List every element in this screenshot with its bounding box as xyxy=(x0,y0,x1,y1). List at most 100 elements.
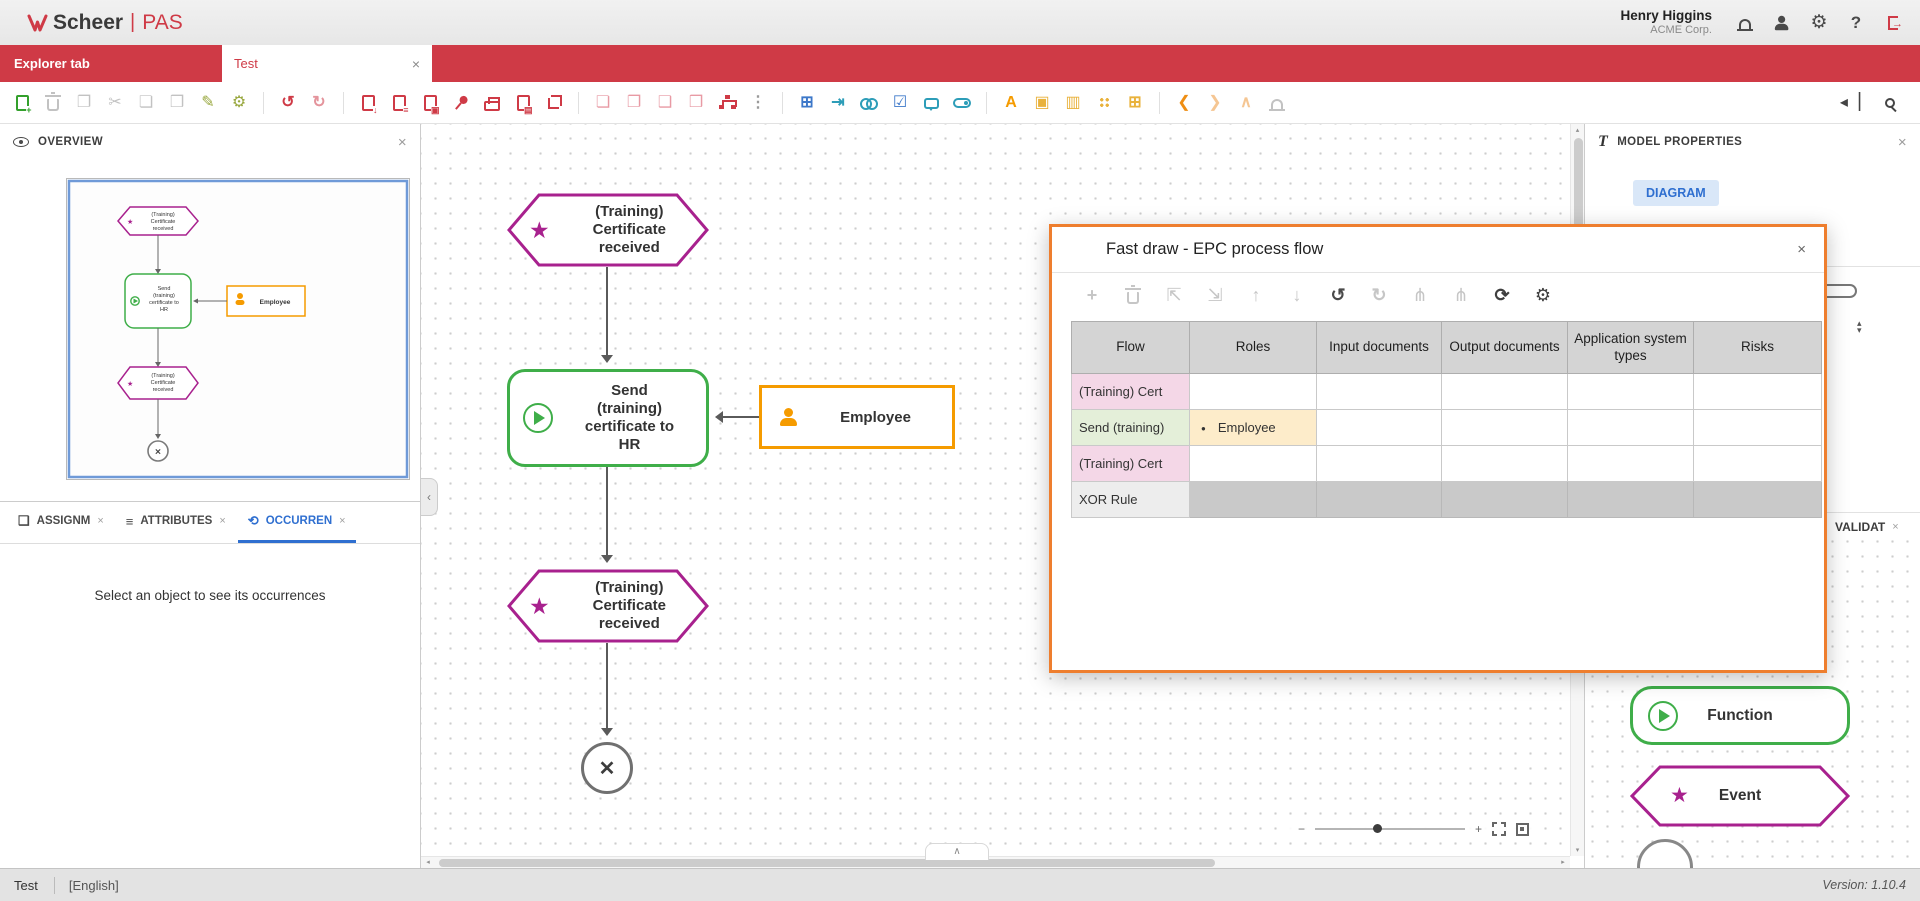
redo-icon[interactable]: ↻ xyxy=(1367,283,1391,307)
tab-occurrences[interactable]: ⟲ OCCURREN × xyxy=(238,502,356,543)
scroll-down-arrow[interactable] xyxy=(1571,846,1584,854)
help-icon[interactable]: ? xyxy=(1845,12,1867,34)
model-properties-close-icon[interactable]: × xyxy=(1898,134,1907,151)
pin-icon[interactable] xyxy=(449,91,473,115)
navigate-up-icon[interactable]: ∧ xyxy=(1234,91,1258,115)
fastdraw-close-icon[interactable]: × xyxy=(1797,241,1806,258)
end-node[interactable]: ✕ xyxy=(581,742,633,794)
edit-icon[interactable]: ✎ xyxy=(196,91,220,115)
find-objects-icon[interactable] xyxy=(857,91,881,115)
table-cell[interactable] xyxy=(1442,446,1568,482)
event-node-top[interactable]: ★ (Training) Certificate received xyxy=(507,193,709,267)
flow-cell[interactable]: (Training) Cert xyxy=(1072,374,1190,410)
insert-row-above-icon[interactable]: ⇱ xyxy=(1162,283,1186,307)
flow-cell[interactable]: (Training) Cert xyxy=(1072,446,1190,482)
more-options-icon[interactable]: ⋮ xyxy=(746,91,770,115)
tab-attributes[interactable]: ≡ ATTRIBUTES × xyxy=(116,502,236,543)
remove-from-group-icon[interactable]: ❒ xyxy=(684,91,708,115)
dots-grid-icon[interactable] xyxy=(1092,91,1116,115)
table-cell[interactable] xyxy=(1442,482,1568,518)
table-settings-icon[interactable]: ⚙ xyxy=(1531,283,1555,307)
tab-close-icon[interactable]: × xyxy=(339,515,345,527)
table-cell[interactable] xyxy=(1317,446,1442,482)
stepper-down-icon[interactable]: ▾ xyxy=(1857,327,1862,334)
add-to-group-icon[interactable]: ❑ xyxy=(653,91,677,115)
toggle-icon[interactable] xyxy=(950,91,974,115)
fullscreen-icon[interactable] xyxy=(1492,822,1506,836)
crop-icon[interactable] xyxy=(542,91,566,115)
role-node[interactable]: Employee xyxy=(759,385,955,449)
fit-to-screen-icon[interactable] xyxy=(1516,823,1529,836)
fastdraw-dialog[interactable]: Fast draw - EPC process flow × +⇱⇲↑↓↺↻⋔⋔… xyxy=(1049,224,1827,673)
scroll-right-arrow[interactable] xyxy=(1558,858,1568,866)
user-profile-icon[interactable] xyxy=(1771,12,1793,34)
image-icon[interactable]: ▣ xyxy=(1030,91,1054,115)
table-cell[interactable] xyxy=(1694,410,1822,446)
table-cell[interactable] xyxy=(1568,446,1694,482)
status-language[interactable]: [English] xyxy=(55,878,133,893)
flow-cell[interactable]: XOR Rule xyxy=(1072,482,1190,518)
print-icon[interactable] xyxy=(480,91,504,115)
horizontal-scrollbar-thumb[interactable] xyxy=(439,859,1215,867)
table-icon[interactable]: ⊞ xyxy=(1123,91,1147,115)
zoom-slider-thumb[interactable] xyxy=(1373,824,1382,833)
org-chart-icon[interactable] xyxy=(715,91,739,115)
overview-close-icon[interactable]: × xyxy=(398,134,407,151)
notifications-icon[interactable] xyxy=(1265,91,1289,115)
table-cell[interactable] xyxy=(1317,374,1442,410)
duplicate-icon[interactable]: ❐ xyxy=(72,91,96,115)
font-color-icon[interactable]: A xyxy=(999,91,1023,115)
tab-validation[interactable]: VALIDAT × xyxy=(1835,520,1899,534)
move-row-down-icon[interactable]: ↓ xyxy=(1285,283,1309,307)
cut-icon[interactable]: ✂ xyxy=(103,91,127,115)
tab-close-icon[interactable]: × xyxy=(97,515,103,527)
navigate-forward-icon[interactable]: ❯ xyxy=(1203,91,1227,115)
table-cell[interactable] xyxy=(1694,446,1822,482)
group-icon[interactable]: ❏ xyxy=(591,91,615,115)
refresh-icon[interactable]: ⟳ xyxy=(1490,283,1514,307)
add-row-icon[interactable]: + xyxy=(1080,283,1104,307)
align-icon[interactable]: ⇥ xyxy=(826,91,850,115)
new-diagram-icon[interactable]: + xyxy=(10,91,34,115)
settings-gear-icon[interactable]: ⚙ xyxy=(1808,12,1830,34)
comment-icon[interactable] xyxy=(919,91,943,115)
copy-icon[interactable]: ❏ xyxy=(134,91,158,115)
updown-stepper[interactable]: ▴ ▾ xyxy=(1857,320,1862,334)
roles-cell[interactable] xyxy=(1190,446,1317,482)
palette-event-item[interactable]: ★ Event xyxy=(1630,765,1850,827)
table-cell[interactable] xyxy=(1568,482,1694,518)
table-cell[interactable] xyxy=(1317,410,1442,446)
ungroup-icon[interactable]: ❐ xyxy=(622,91,646,115)
table-cell[interactable] xyxy=(1568,410,1694,446)
settings-icon[interactable]: ⚙ xyxy=(227,91,251,115)
export-document-icon[interactable]: ↓ xyxy=(356,91,380,115)
tab-test[interactable]: Test × xyxy=(222,45,432,82)
diagram-button[interactable]: DIAGRAM xyxy=(1633,180,1719,206)
undo-icon[interactable]: ↺ xyxy=(276,91,300,115)
tab-close-icon[interactable]: × xyxy=(412,56,420,72)
undo-icon[interactable]: ↺ xyxy=(1326,283,1350,307)
tab-close-icon[interactable]: × xyxy=(1892,521,1898,533)
paste-icon[interactable]: ❒ xyxy=(165,91,189,115)
insert-row-below-icon[interactable]: ⇲ xyxy=(1203,283,1227,307)
viewport-rect[interactable] xyxy=(69,181,407,477)
table-cell[interactable] xyxy=(1694,482,1822,518)
columns-icon[interactable]: ▥ xyxy=(1061,91,1085,115)
roles-cell[interactable] xyxy=(1190,482,1317,518)
left-panel-collapse-handle[interactable]: ‹ xyxy=(421,478,438,516)
table-cell[interactable] xyxy=(1568,374,1694,410)
table-cell[interactable] xyxy=(1694,374,1822,410)
tab-assignments[interactable]: ❏ ASSIGNM × xyxy=(8,502,114,543)
scroll-left-arrow[interactable] xyxy=(423,858,433,866)
overview-minimap[interactable]: ★ (Training) Certificate received Send (… xyxy=(66,178,410,480)
merge-icon[interactable]: ⋔ xyxy=(1449,283,1473,307)
table-cell[interactable] xyxy=(1317,482,1442,518)
table-cell[interactable] xyxy=(1442,374,1568,410)
delete-icon[interactable] xyxy=(41,91,65,115)
horizontal-scrollbar[interactable] xyxy=(421,856,1570,868)
zoom-slider[interactable] xyxy=(1315,828,1465,830)
notifications-icon[interactable] xyxy=(1734,12,1756,34)
zoom-out-icon[interactable]: − xyxy=(1298,822,1305,836)
pdf-document-icon[interactable]: ▤ xyxy=(511,91,535,115)
collapse-right-panel-icon[interactable]: ◂▕ xyxy=(1838,91,1862,115)
